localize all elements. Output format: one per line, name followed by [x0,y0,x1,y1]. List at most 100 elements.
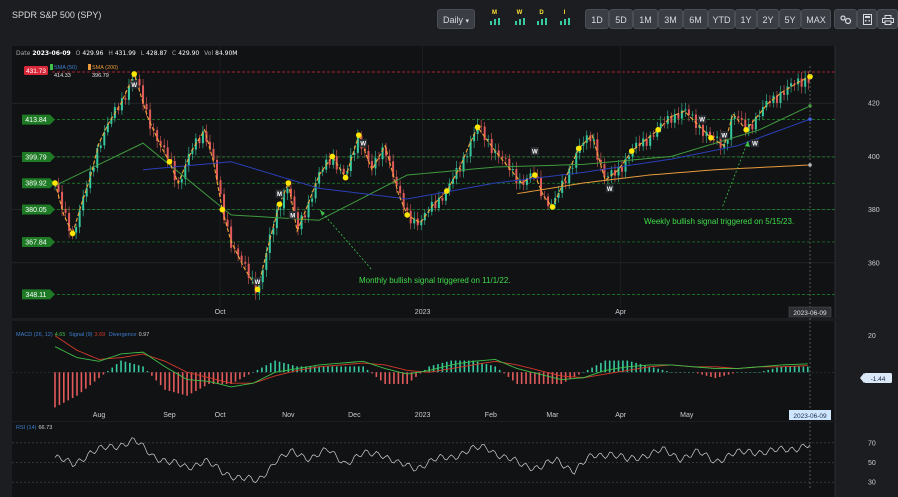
range-ytd-button[interactable]: YTD [708,9,735,29]
x-tick-label: Apr [615,412,627,419]
histogram-bar [111,367,114,373]
date-value: 2023-06-09 [32,50,70,57]
open-label: O [76,50,81,57]
signal-bars-icon [560,18,570,25]
candle-body [367,150,370,162]
histogram-bar [679,372,681,373]
interval-label: Daily [442,15,463,25]
signal-legend-value: 3.69 [94,332,105,338]
cursor-date-value-macd: 2023-06-09 [793,413,827,420]
histogram-bar [723,372,725,376]
weekly-signal-toggle[interactable]: W [513,10,526,25]
pivot-dot [285,180,292,186]
chart-title: SPDR S&P 500 (SPY) [12,10,102,20]
range-1d-button[interactable]: 1D [585,9,609,29]
monthly-signal-toggle[interactable]: M [488,10,501,25]
histogram-bar [379,372,382,381]
candle-body [286,188,289,194]
histogram-bar [582,372,585,373]
histogram-bar [239,372,241,380]
low-value: 428.87 [146,50,167,57]
histogram-bar [173,372,175,393]
histogram-bar [701,372,703,375]
candle-body [145,104,148,110]
pivot-dot [576,145,582,152]
level-label: 367.84 [25,239,47,246]
signal-badge-label: W [255,280,261,286]
histogram-bar [771,368,774,373]
calculator-icon[interactable] [857,9,877,29]
macd-tag-pointer-icon [860,373,864,383]
histogram-bar [727,372,730,375]
pivot-dot [532,172,538,178]
histogram-bar [714,372,717,379]
range-1y-button[interactable]: 1Y [735,9,757,29]
histogram-bar [230,372,232,384]
signal-legend-label: Signal (9) [69,332,93,338]
range-2y-button[interactable]: 2Y [757,9,779,29]
histogram-bar [137,365,140,373]
level-label: 399.79 [25,154,47,161]
signal-badge-label: W [360,142,366,148]
level-label: 389.92 [25,181,47,188]
candle-body [483,126,486,141]
daily-signal-toggle[interactable]: D [535,10,548,25]
histogram-bar [595,365,598,373]
histogram-bar [67,372,70,401]
x-tick-label: Dec [348,412,361,419]
pivot-dot [219,206,226,213]
range-6m-button[interactable]: 6M [683,9,708,29]
close-label: C [172,50,176,57]
histogram-bar [195,372,197,391]
histogram-bar [102,372,105,375]
histogram-bar [129,362,131,373]
candle-body [677,114,680,119]
y-tick-label: 400 [868,154,880,161]
histogram-bar [446,361,448,373]
candle-body [599,159,602,165]
histogram-bar [85,372,87,389]
level-label: 348.11 [26,292,47,299]
candle-body [311,198,314,202]
interval-dropdown[interactable]: Daily ▾ [437,9,475,29]
histogram-bar [124,361,127,373]
signal-badge-label: W [699,118,705,124]
top-toolbar: SPDR S&P 500 (SPY) Daily ▾ M W D I 1D 5D… [0,0,898,40]
range-3m-button[interactable]: 3M [658,9,683,29]
indicators-icon[interactable] [834,9,857,29]
histogram-bar [745,372,747,373]
range-max-button[interactable]: MAX [801,9,831,29]
candle-body [751,123,754,130]
monthly-annotation: Monthly bullish signal triggered on 11/1… [359,276,511,285]
y-tick-label: 420 [868,101,880,108]
histogram-bar [107,371,109,373]
histogram-bar [454,360,457,373]
range-1m-button[interactable]: 1M [633,9,658,29]
range-5d-button[interactable]: 5D [609,9,633,29]
pivot-dot [404,212,410,218]
pivot-dot [329,153,336,160]
histogram-bar [71,372,74,399]
x-tick-label: Feb [485,412,497,419]
pivot-dot [69,230,76,237]
intraday-signal-toggle[interactable]: I [558,10,571,25]
histogram-bar [151,372,153,376]
histogram-bar [401,372,404,384]
histogram-bar [740,372,743,373]
print-icon[interactable] [877,9,898,29]
chart-area[interactable]: Date 2023-06-09 O 429.96 H 431.99 L 428.87 C… [0,40,898,497]
histogram-bar [450,360,453,373]
pivot-dot [444,188,450,194]
pivot-dot [342,174,349,181]
candle-body [120,98,123,111]
candle-body [758,116,761,118]
candle-body [786,86,789,95]
range-5y-button[interactable]: 5Y [779,9,801,29]
histogram-bar [578,372,580,375]
histogram-bar [622,360,624,373]
candle-body [740,118,743,120]
rsi-legend-value: 66.73 [38,425,52,431]
candle-body [64,208,67,213]
histogram-bar [490,365,492,373]
candle-body [687,109,690,115]
